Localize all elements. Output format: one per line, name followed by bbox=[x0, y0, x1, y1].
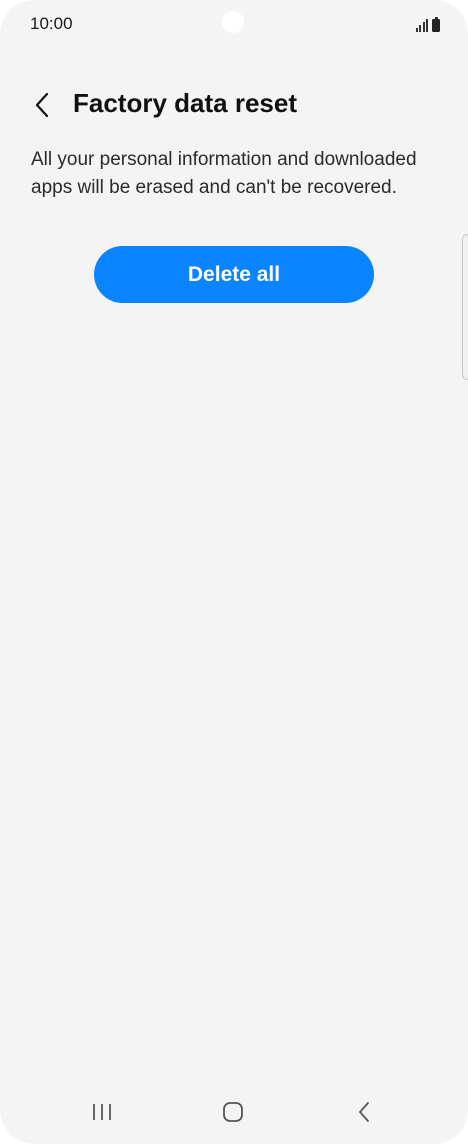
status-time: 10:00 bbox=[30, 14, 73, 33]
battery-icon bbox=[432, 17, 440, 32]
header: Factory data reset bbox=[0, 78, 468, 132]
phone-screen: 10:00 Factory data reset All your person… bbox=[0, 0, 468, 1144]
home-button[interactable] bbox=[211, 1094, 255, 1130]
recents-button[interactable] bbox=[80, 1094, 124, 1130]
chevron-left-icon bbox=[35, 92, 49, 118]
navigation-bar bbox=[0, 1080, 468, 1144]
home-icon bbox=[223, 1102, 243, 1122]
recents-icon bbox=[93, 1104, 111, 1120]
back-button[interactable] bbox=[22, 82, 62, 128]
signal-icon bbox=[415, 18, 428, 32]
back-icon bbox=[359, 1102, 369, 1122]
reset-description: All your personal information and downlo… bbox=[31, 149, 417, 198]
scrollbar[interactable] bbox=[462, 234, 468, 380]
status-icons bbox=[415, 16, 440, 32]
nav-back-button[interactable] bbox=[342, 1094, 386, 1130]
camera-cutout bbox=[222, 11, 244, 33]
page-title: Factory data reset bbox=[73, 88, 297, 118]
status-bar: 10:00 bbox=[0, 0, 468, 50]
delete-all-button[interactable]: Delete all bbox=[94, 246, 374, 303]
